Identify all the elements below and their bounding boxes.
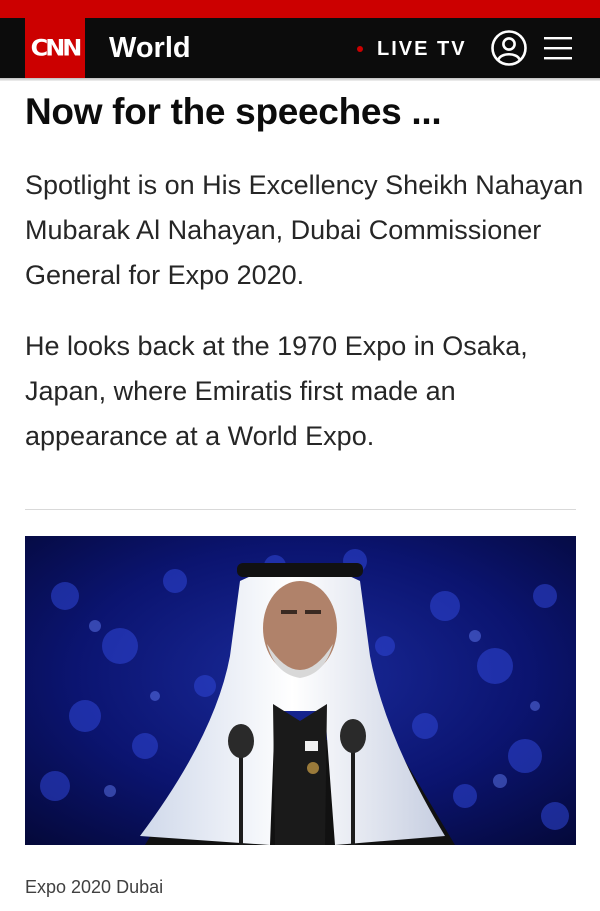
article-headline: Now for the speeches ...	[25, 91, 442, 132]
menu-icon[interactable]	[543, 34, 573, 62]
top-red-strip	[0, 0, 600, 18]
section-title[interactable]: World	[109, 31, 191, 65]
account-icon[interactable]	[490, 29, 528, 67]
image-caption: Expo 2020 Dubai	[25, 877, 164, 897]
logo-text: CNN	[30, 35, 83, 61]
content-divider	[25, 509, 576, 510]
article-paragraph: Spotlight is on His Excellency Sheikh Na…	[25, 170, 584, 290]
live-indicator-dot	[357, 46, 363, 52]
header-divider	[0, 78, 600, 81]
article-photo[interactable]	[25, 536, 576, 845]
cnn-logo[interactable]: CNN	[25, 18, 85, 78]
article-paragraph: He looks back at the 1970 Expo in Osaka,…	[25, 331, 528, 451]
live-tv-button[interactable]: LIVE TV	[377, 37, 467, 61]
